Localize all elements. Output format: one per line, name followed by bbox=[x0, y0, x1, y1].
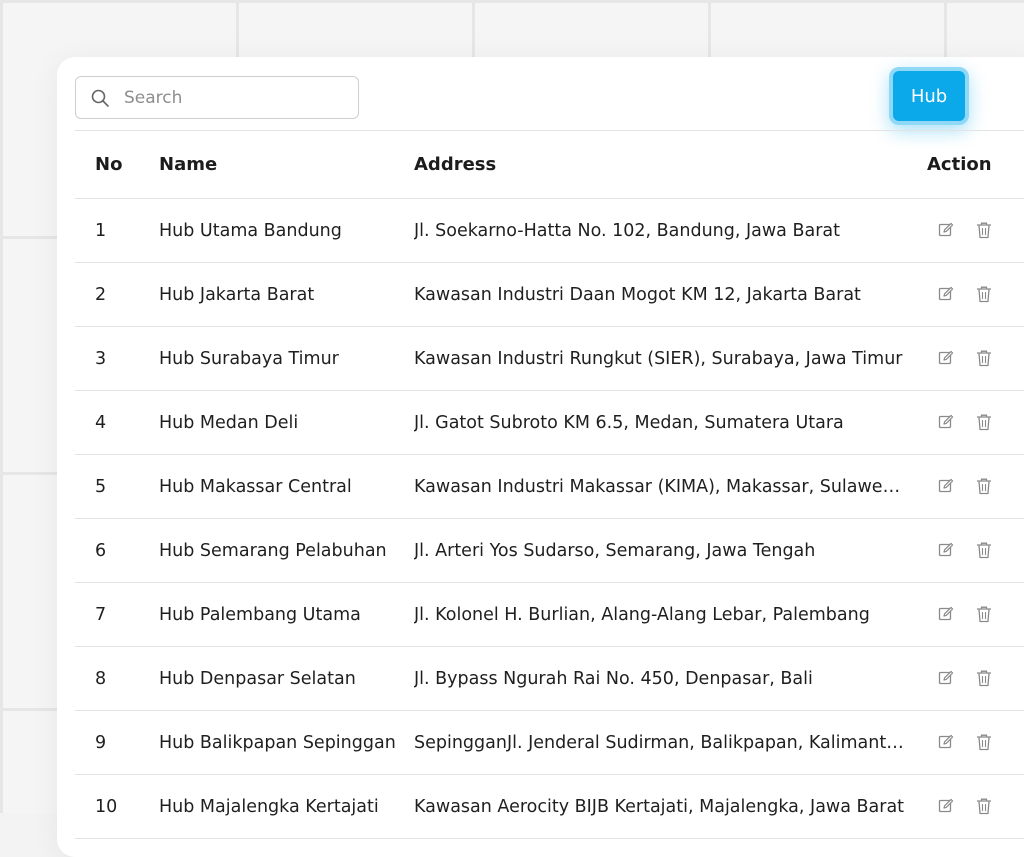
table-body: 1 Hub Utama Bandung Jl. Soekarno-Hatta N… bbox=[75, 199, 1024, 839]
table-row: 10 Hub Majalengka Kertajati Kawasan Aero… bbox=[75, 775, 1024, 839]
search-icon bbox=[91, 89, 109, 107]
row-no: 5 bbox=[95, 476, 107, 497]
edit-icon[interactable] bbox=[938, 286, 954, 302]
table-row: 6 Hub Semarang Pelabuhan Jl. Arteri Yos … bbox=[75, 519, 1024, 583]
trash-icon[interactable] bbox=[976, 797, 992, 815]
row-address: Jl. Soekarno-Hatta No. 102, Bandung, Jaw… bbox=[414, 199, 840, 262]
trash-icon[interactable] bbox=[976, 285, 992, 303]
row-no: 6 bbox=[95, 540, 107, 561]
table-row: 9 Hub Balikpapan Sepinggan SepingganJl. … bbox=[75, 711, 1024, 775]
row-no: 10 bbox=[95, 796, 118, 817]
row-address-text: Kawasan Industri Makassar (KIMA), Makass… bbox=[414, 476, 909, 497]
row-name: Hub Medan Deli bbox=[159, 412, 299, 433]
header-address: Address bbox=[414, 154, 497, 175]
trash-icon[interactable] bbox=[976, 413, 992, 431]
table-row: 2 Hub Jakarta Barat Kawasan Industri Daa… bbox=[75, 263, 1024, 327]
trash-icon[interactable] bbox=[976, 221, 992, 239]
edit-icon[interactable] bbox=[938, 798, 954, 814]
row-no: 9 bbox=[95, 732, 107, 753]
trash-icon[interactable] bbox=[976, 733, 992, 751]
row-name: Hub Palembang Utama bbox=[159, 604, 361, 625]
row-address: SepingganJl. Jenderal Sudirman, Balikpap… bbox=[414, 711, 909, 774]
row-address: Jl. Arteri Yos Sudarso, Semarang, Jawa T… bbox=[414, 519, 815, 582]
row-address: Jl. Gatot Subroto KM 6.5, Medan, Sumater… bbox=[414, 391, 844, 454]
row-address-text: Jl. Kolonel H. Burlian, Alang-Alang Leba… bbox=[414, 604, 870, 625]
row-name: Hub Surabaya Timur bbox=[159, 348, 339, 369]
search-input[interactable] bbox=[122, 86, 346, 109]
row-address-text: Jl. Gatot Subroto KM 6.5, Medan, Sumater… bbox=[414, 412, 844, 433]
row-name: Hub Jakarta Barat bbox=[159, 284, 315, 305]
row-address-text: Kawasan Industri Daan Mogot KM 12, Jakar… bbox=[414, 284, 861, 305]
row-no: 1 bbox=[95, 220, 107, 241]
row-name: Hub Makassar Central bbox=[159, 476, 352, 497]
table-header: No Name Address Action bbox=[75, 131, 1024, 199]
table-row: 4 Hub Medan Deli Jl. Gatot Subroto KM 6.… bbox=[75, 391, 1024, 455]
edit-icon[interactable] bbox=[938, 350, 954, 366]
edit-icon[interactable] bbox=[938, 414, 954, 430]
search-box[interactable] bbox=[75, 76, 359, 119]
table-row: 7 Hub Palembang Utama Jl. Kolonel H. Bur… bbox=[75, 583, 1024, 647]
table-row: 5 Hub Makassar Central Kawasan Industri … bbox=[75, 455, 1024, 519]
edit-icon[interactable] bbox=[938, 734, 954, 750]
edit-icon[interactable] bbox=[938, 478, 954, 494]
row-address-text: SepingganJl. Jenderal Sudirman, Balikpap… bbox=[414, 732, 909, 753]
row-address: Jl. Bypass Ngurah Rai No. 450, Denpasar,… bbox=[414, 647, 813, 710]
row-address: Jl. Kolonel H. Burlian, Alang-Alang Leba… bbox=[414, 583, 870, 646]
row-address: Kawasan Industri Rungkut (SIER), Surabay… bbox=[414, 327, 903, 390]
row-name: Hub Utama Bandung bbox=[159, 220, 342, 241]
row-no: 3 bbox=[95, 348, 107, 369]
row-no: 7 bbox=[95, 604, 107, 625]
table-row: 3 Hub Surabaya Timur Kawasan Industri Ru… bbox=[75, 327, 1024, 391]
trash-icon[interactable] bbox=[976, 477, 992, 495]
table-row: 8 Hub Denpasar Selatan Jl. Bypass Ngurah… bbox=[75, 647, 1024, 711]
row-address-text: Jl. Arteri Yos Sudarso, Semarang, Jawa T… bbox=[414, 540, 816, 561]
row-address-text: Jl. Soekarno-Hatta No. 102, Bandung, Jaw… bbox=[414, 220, 840, 241]
row-name: Hub Balikpapan Sepinggan bbox=[159, 732, 396, 753]
row-address: Kawasan Industri Daan Mogot KM 12, Jakar… bbox=[414, 263, 861, 326]
add-hub-button[interactable]: Hub bbox=[889, 67, 969, 125]
edit-icon[interactable] bbox=[938, 670, 954, 686]
row-address: Kawasan Aerocity BIJB Kertajati, Majalen… bbox=[414, 775, 904, 838]
hub-list-card: Hub No Name Address Action 1 Hub Utama B… bbox=[57, 57, 1024, 857]
trash-icon[interactable] bbox=[976, 669, 992, 687]
trash-icon[interactable] bbox=[976, 541, 992, 559]
row-name: Hub Semarang Pelabuhan bbox=[159, 540, 387, 561]
trash-icon[interactable] bbox=[976, 349, 992, 367]
row-address-text: Kawasan Industri Rungkut (SIER), Surabay… bbox=[414, 348, 903, 369]
row-address-text: Kawasan Aerocity BIJB Kertajati, Majalen… bbox=[414, 796, 905, 817]
row-no: 2 bbox=[95, 284, 107, 305]
row-name: Hub Majalengka Kertajati bbox=[159, 796, 379, 817]
trash-icon[interactable] bbox=[976, 605, 992, 623]
add-hub-button-label: Hub bbox=[910, 85, 948, 107]
row-address: Kawasan Industri Makassar (KIMA), Makass… bbox=[414, 455, 909, 518]
edit-icon[interactable] bbox=[938, 222, 954, 238]
header-action: Action bbox=[927, 154, 992, 175]
header-name: Name bbox=[159, 154, 218, 175]
edit-icon[interactable] bbox=[938, 542, 954, 558]
row-name: Hub Denpasar Selatan bbox=[159, 668, 356, 689]
row-no: 8 bbox=[95, 668, 107, 689]
table-row: 1 Hub Utama Bandung Jl. Soekarno-Hatta N… bbox=[75, 199, 1024, 263]
row-no: 4 bbox=[95, 412, 107, 433]
header-no: No bbox=[95, 154, 123, 175]
edit-icon[interactable] bbox=[938, 606, 954, 622]
row-address-text: Jl. Bypass Ngurah Rai No. 450, Denpasar,… bbox=[414, 668, 813, 689]
